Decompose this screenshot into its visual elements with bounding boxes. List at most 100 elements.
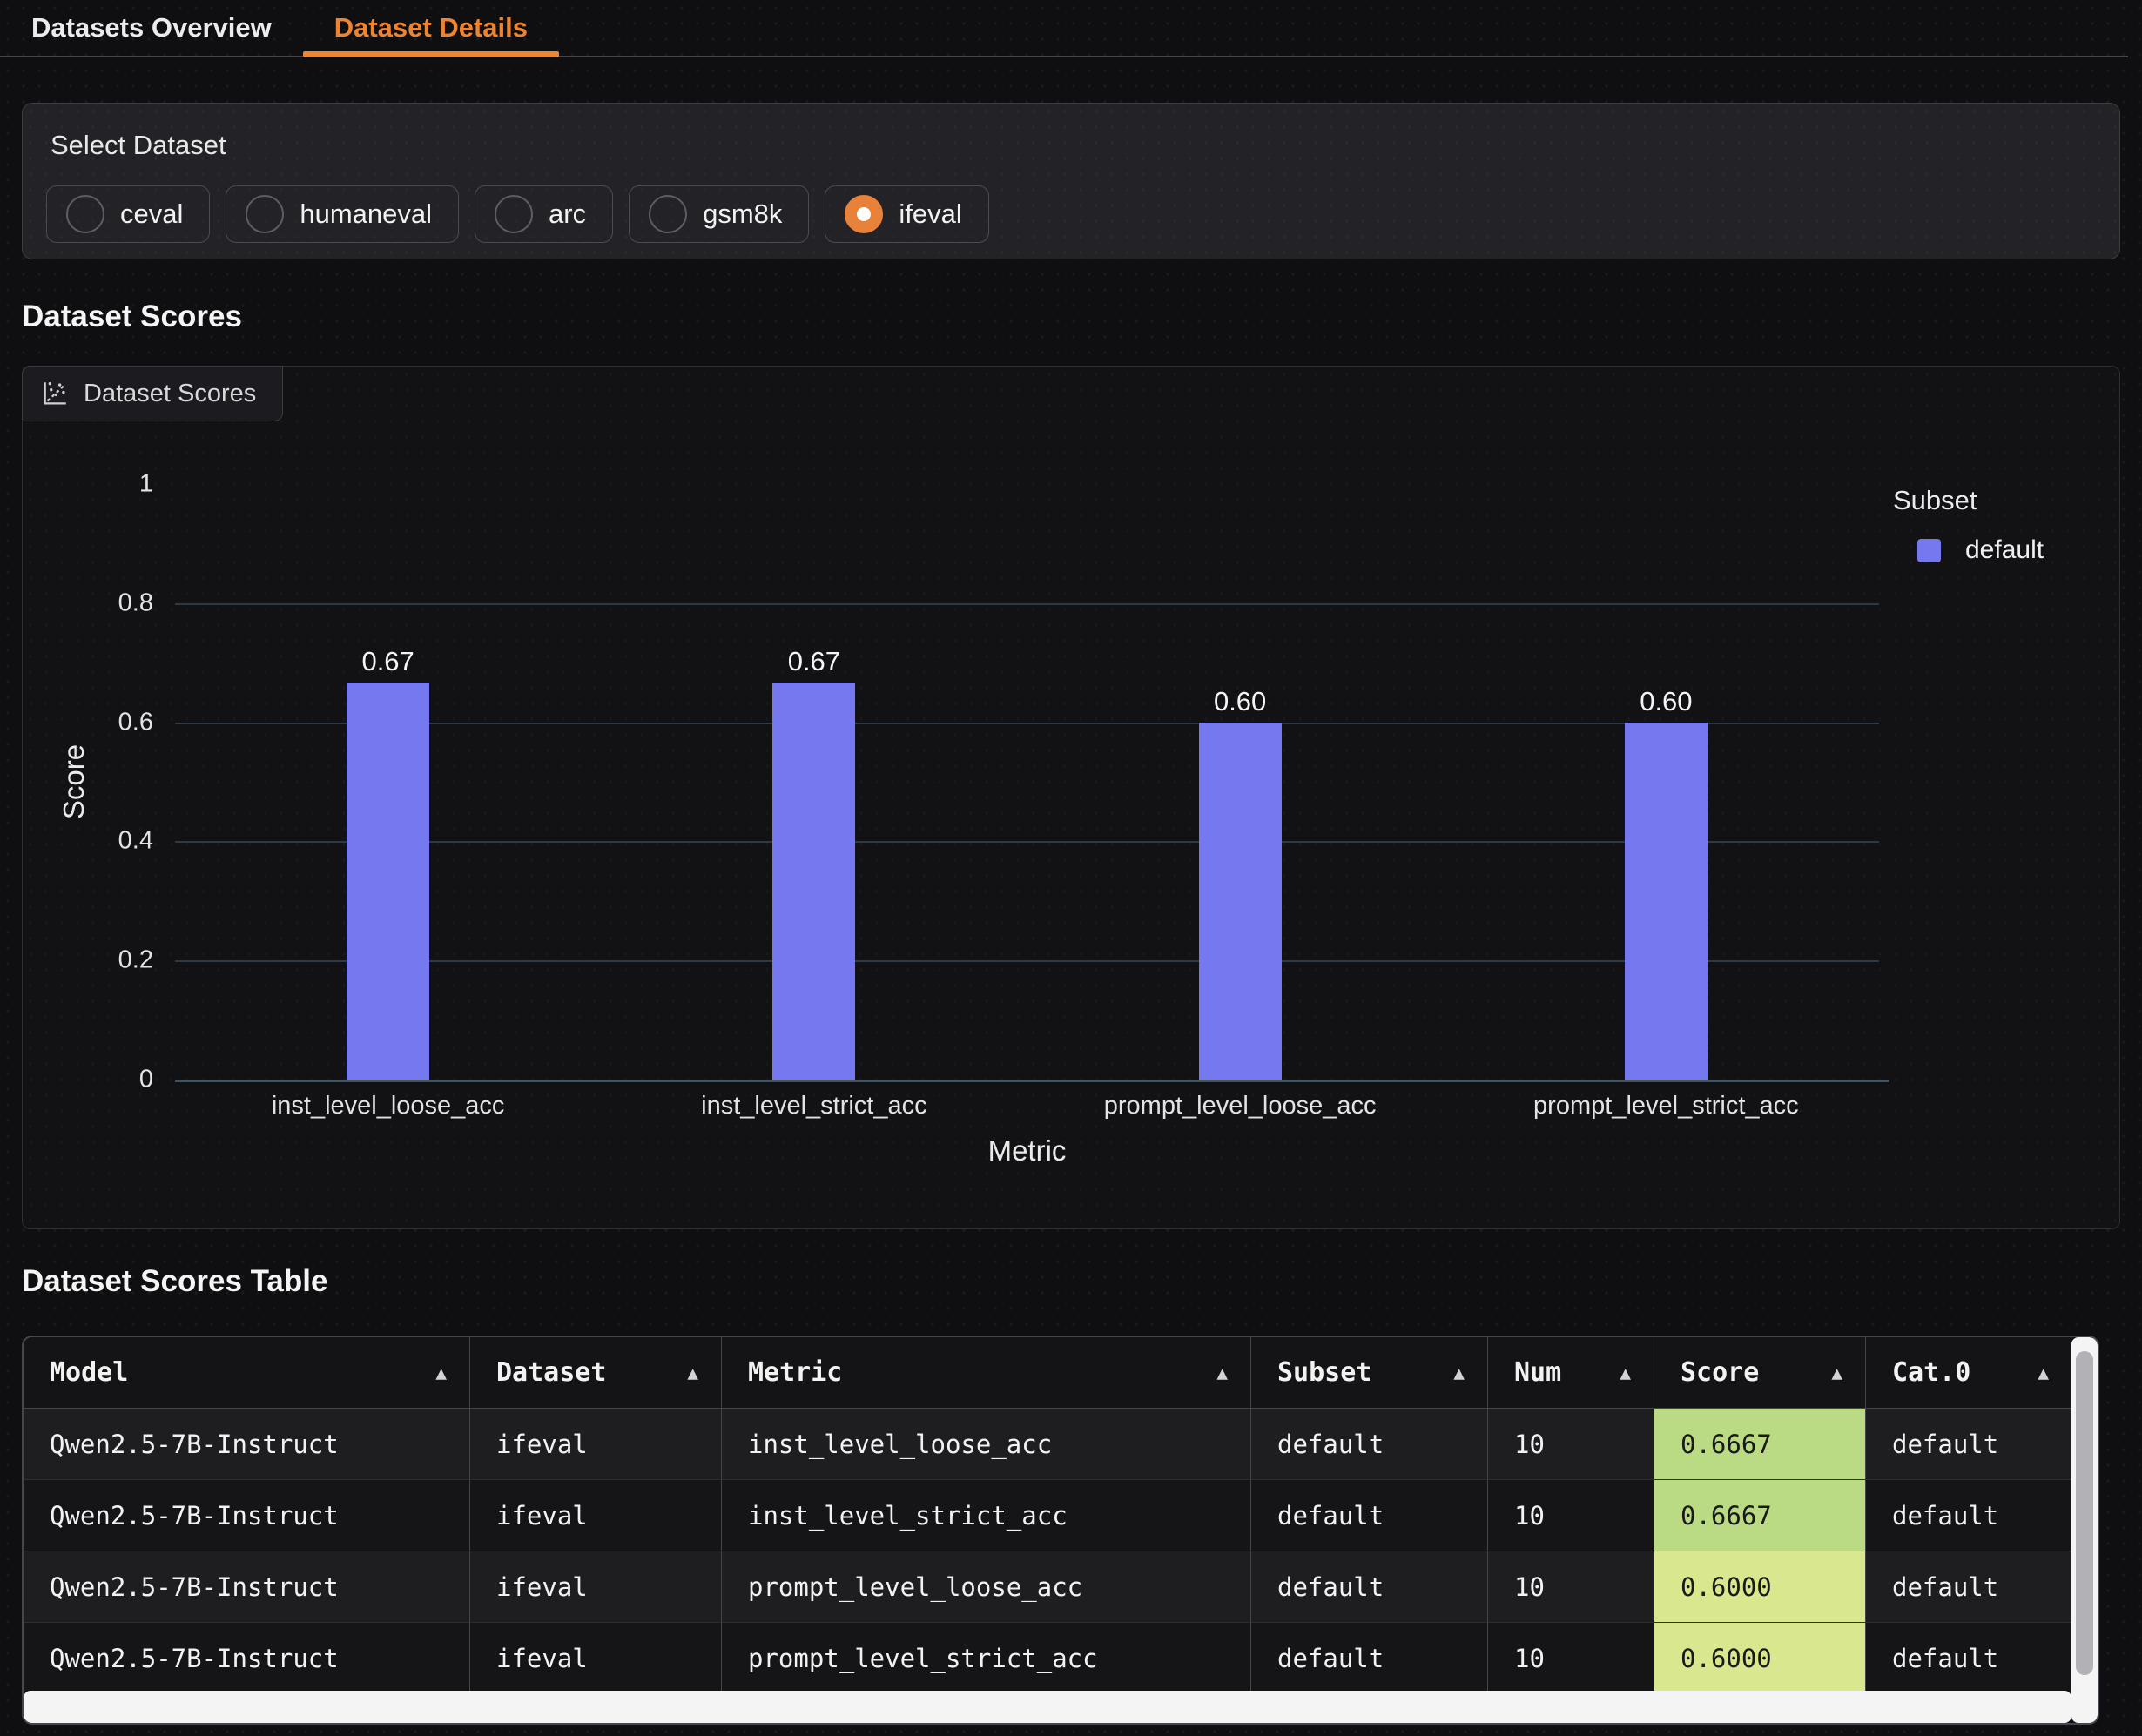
column-header-subset[interactable]: Subset ▲ — [1251, 1337, 1488, 1409]
legend-title: Subset — [1893, 485, 2044, 516]
table-row: Qwen2.5-7B-Instructifevalprompt_level_st… — [24, 1623, 2071, 1694]
radio-label: arc — [549, 198, 586, 230]
radio-circle-icon — [66, 195, 104, 233]
table-row: Qwen2.5-7B-Instructifevalprompt_level_lo… — [24, 1551, 2071, 1623]
column-header-model[interactable]: Model▲ — [24, 1337, 470, 1409]
column-header-score[interactable]: Score ▲ — [1654, 1337, 1866, 1409]
horizontal-scrollbar[interactable] — [24, 1691, 2071, 1723]
table-cell: default — [1866, 1551, 2071, 1623]
table-cell: default — [1866, 1623, 2071, 1694]
bar-value-label: 0.67 — [788, 646, 840, 677]
y-tick-label: 0.2 — [49, 946, 153, 975]
sort-asc-icon[interactable]: ▲ — [1216, 1363, 1233, 1383]
legend-item-default[interactable]: default — [1893, 535, 2044, 565]
table-cell: Qwen2.5-7B-Instruct — [24, 1409, 470, 1480]
y-tick-label: 0 — [49, 1066, 153, 1094]
bar-value-label: 0.60 — [1214, 686, 1266, 717]
sort-asc-icon[interactable]: ▲ — [1620, 1363, 1636, 1383]
table-cell: default — [1866, 1409, 2071, 1480]
table-cell: default — [1251, 1480, 1488, 1551]
dataset-scores-heading: Dataset Scores — [22, 299, 242, 334]
sort-asc-icon[interactable]: ▲ — [2038, 1363, 2054, 1383]
x-tick-label: inst_level_strict_acc — [701, 1092, 927, 1120]
dataset-radio-arc[interactable]: arc — [475, 185, 613, 243]
dataset-radio-ifeval[interactable]: ifeval — [825, 185, 988, 243]
y-tick-label: 1 — [49, 470, 153, 499]
score-cell: 0.6667 — [1654, 1409, 1866, 1480]
table-cell: default — [1251, 1623, 1488, 1694]
table-cell: ifeval — [470, 1623, 722, 1694]
legend-item-label: default — [1965, 535, 2044, 565]
table-cell: 10 — [1488, 1551, 1654, 1623]
table-cell: Qwen2.5-7B-Instruct — [24, 1551, 470, 1623]
x-tick-label: inst_level_loose_acc — [272, 1092, 505, 1120]
radio-label: ceval — [120, 198, 183, 230]
column-header-num[interactable]: Num▲ — [1488, 1337, 1654, 1409]
table-cell: default — [1251, 1409, 1488, 1480]
radio-circle-icon — [246, 195, 284, 233]
column-header-label: Score — [1681, 1357, 1759, 1388]
score-cell: 0.6000 — [1654, 1623, 1866, 1694]
radio-circle-icon — [845, 195, 883, 233]
select-dataset-panel: Select Dataset ceval humaneval arc gsm8k ife… — [22, 103, 2120, 259]
sort-asc-icon[interactable]: ▲ — [435, 1363, 452, 1383]
score-cell: 0.6000 — [1654, 1551, 1866, 1623]
table-cell: inst_level_loose_acc — [722, 1409, 1251, 1480]
sort-asc-icon[interactable]: ▲ — [1831, 1363, 1848, 1383]
radio-circle-icon — [649, 195, 687, 233]
table-cell: Qwen2.5-7B-Instruct — [24, 1623, 470, 1694]
column-header-label: Cat.0 — [1892, 1357, 1970, 1388]
table-cell: Qwen2.5-7B-Instruct — [24, 1480, 470, 1551]
table-cell: prompt_level_loose_acc — [722, 1551, 1251, 1623]
table-cell: 10 — [1488, 1409, 1654, 1480]
column-header-label: Metric — [748, 1357, 842, 1388]
bar-prompt_level_loose_acc — [1199, 723, 1282, 1080]
gridline — [175, 960, 1879, 962]
tab-dataset-details[interactable]: Dataset Details — [303, 0, 559, 56]
table-cell: default — [1866, 1480, 2071, 1551]
radio-circle-icon — [495, 195, 533, 233]
radio-label: ifeval — [899, 198, 961, 230]
dataset-radio-gsm8k[interactable]: gsm8k — [629, 185, 809, 243]
dataset-radio-ceval[interactable]: ceval — [46, 185, 210, 243]
dataset-scores-table: Model▲Dataset▲Metric▲Subset▲Num▲Score▲Ca… — [22, 1336, 2099, 1725]
radio-label: gsm8k — [703, 198, 782, 230]
vertical-scrollbar-thumb[interactable] — [2076, 1351, 2093, 1675]
x-tick-label: prompt_level_loose_acc — [1104, 1092, 1377, 1120]
score-cell: 0.6667 — [1654, 1480, 1866, 1551]
table-cell: default — [1251, 1551, 1488, 1623]
x-tick-label: prompt_level_strict_acc — [1533, 1092, 1799, 1120]
vertical-scrollbar[interactable] — [2071, 1337, 2098, 1723]
bar-inst_level_strict_acc — [772, 683, 855, 1080]
y-axis-title: Score — [57, 744, 91, 819]
table-cell: ifeval — [470, 1551, 722, 1623]
y-tick-label: 0.6 — [49, 708, 153, 737]
gridline — [175, 603, 1879, 605]
column-header-metric[interactable]: Metric ▲ — [722, 1337, 1251, 1409]
dataset-scores-chart-panel: Dataset Scores Score Metric Subset defau… — [22, 366, 2120, 1229]
column-header-dataset[interactable]: Dataset ▲ — [470, 1337, 722, 1409]
table-row: Qwen2.5-7B-Instructifevalinst_level_loos… — [24, 1409, 2071, 1480]
bar-chart: Score Metric Subset default 0 0.2 0.4 0.6 0.… — [23, 367, 2119, 1228]
tab-datasets-overview[interactable]: Datasets Overview — [0, 0, 303, 56]
bar-inst_level_loose_acc — [347, 683, 429, 1080]
chart-legend: Subset default — [1893, 485, 2044, 565]
sort-asc-icon[interactable]: ▲ — [687, 1363, 704, 1383]
dataset-radio-group: ceval humaneval arc gsm8k ifeval — [46, 185, 989, 243]
column-header-label: Subset — [1277, 1357, 1371, 1388]
table-cell: 10 — [1488, 1623, 1654, 1694]
y-tick-label: 0.4 — [49, 827, 153, 856]
x-axis-line — [175, 1080, 1889, 1082]
top-tab-bar: Datasets Overview Dataset Details — [0, 0, 2128, 57]
column-header-label: Dataset — [496, 1357, 606, 1388]
table-row: Qwen2.5-7B-Instructifevalinst_level_stri… — [24, 1480, 2071, 1551]
radio-label: humaneval — [300, 198, 432, 230]
dataset-radio-humaneval[interactable]: humaneval — [226, 185, 459, 243]
sort-asc-icon[interactable]: ▲ — [1453, 1363, 1470, 1383]
gridline — [175, 723, 1879, 724]
select-dataset-label: Select Dataset — [51, 130, 226, 161]
column-header-cat-0[interactable]: Cat.0 ▲ — [1866, 1337, 2071, 1409]
bar-value-label: 0.60 — [1640, 686, 1692, 717]
x-axis-title: Metric — [988, 1134, 1067, 1167]
y-tick-label: 0.8 — [49, 589, 153, 617]
